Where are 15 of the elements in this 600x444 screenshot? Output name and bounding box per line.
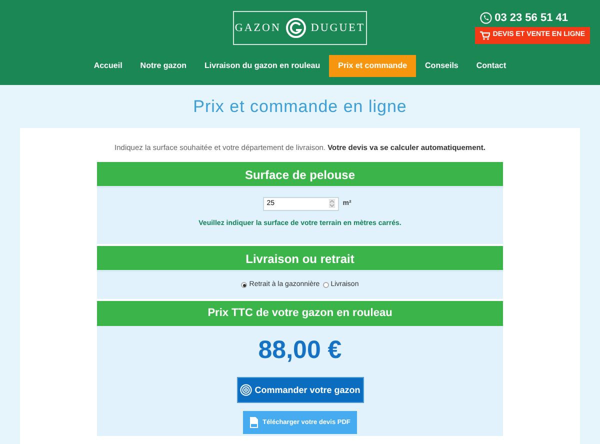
nav-link[interactable]: Accueil bbox=[84, 55, 132, 77]
price-amount: 88,00 € bbox=[258, 334, 342, 366]
nav-link[interactable]: Notre gazon bbox=[131, 55, 196, 77]
logo[interactable]: GAZON DUGUET bbox=[233, 11, 367, 45]
logo-text: DUGUET bbox=[310, 20, 366, 36]
logo-text: GAZON bbox=[234, 20, 281, 36]
section-heading: Surface de pelouse bbox=[97, 162, 503, 188]
nav-link[interactable]: Contact bbox=[467, 55, 516, 77]
order-button[interactable]: Commander votre gazon bbox=[236, 377, 364, 404]
nav-link[interactable]: Conseils bbox=[416, 55, 468, 77]
section-heading: Livraison ou retrait bbox=[97, 246, 503, 272]
nav-link[interactable]: Livraison du gazon en rouleau bbox=[196, 55, 330, 77]
phone-number[interactable]: 03 23 56 51 41 bbox=[494, 10, 568, 26]
section-heading: Prix TTC de votre gazon en rouleau bbox=[97, 300, 503, 326]
page-title: Prix et commande en ligne bbox=[192, 96, 408, 118]
